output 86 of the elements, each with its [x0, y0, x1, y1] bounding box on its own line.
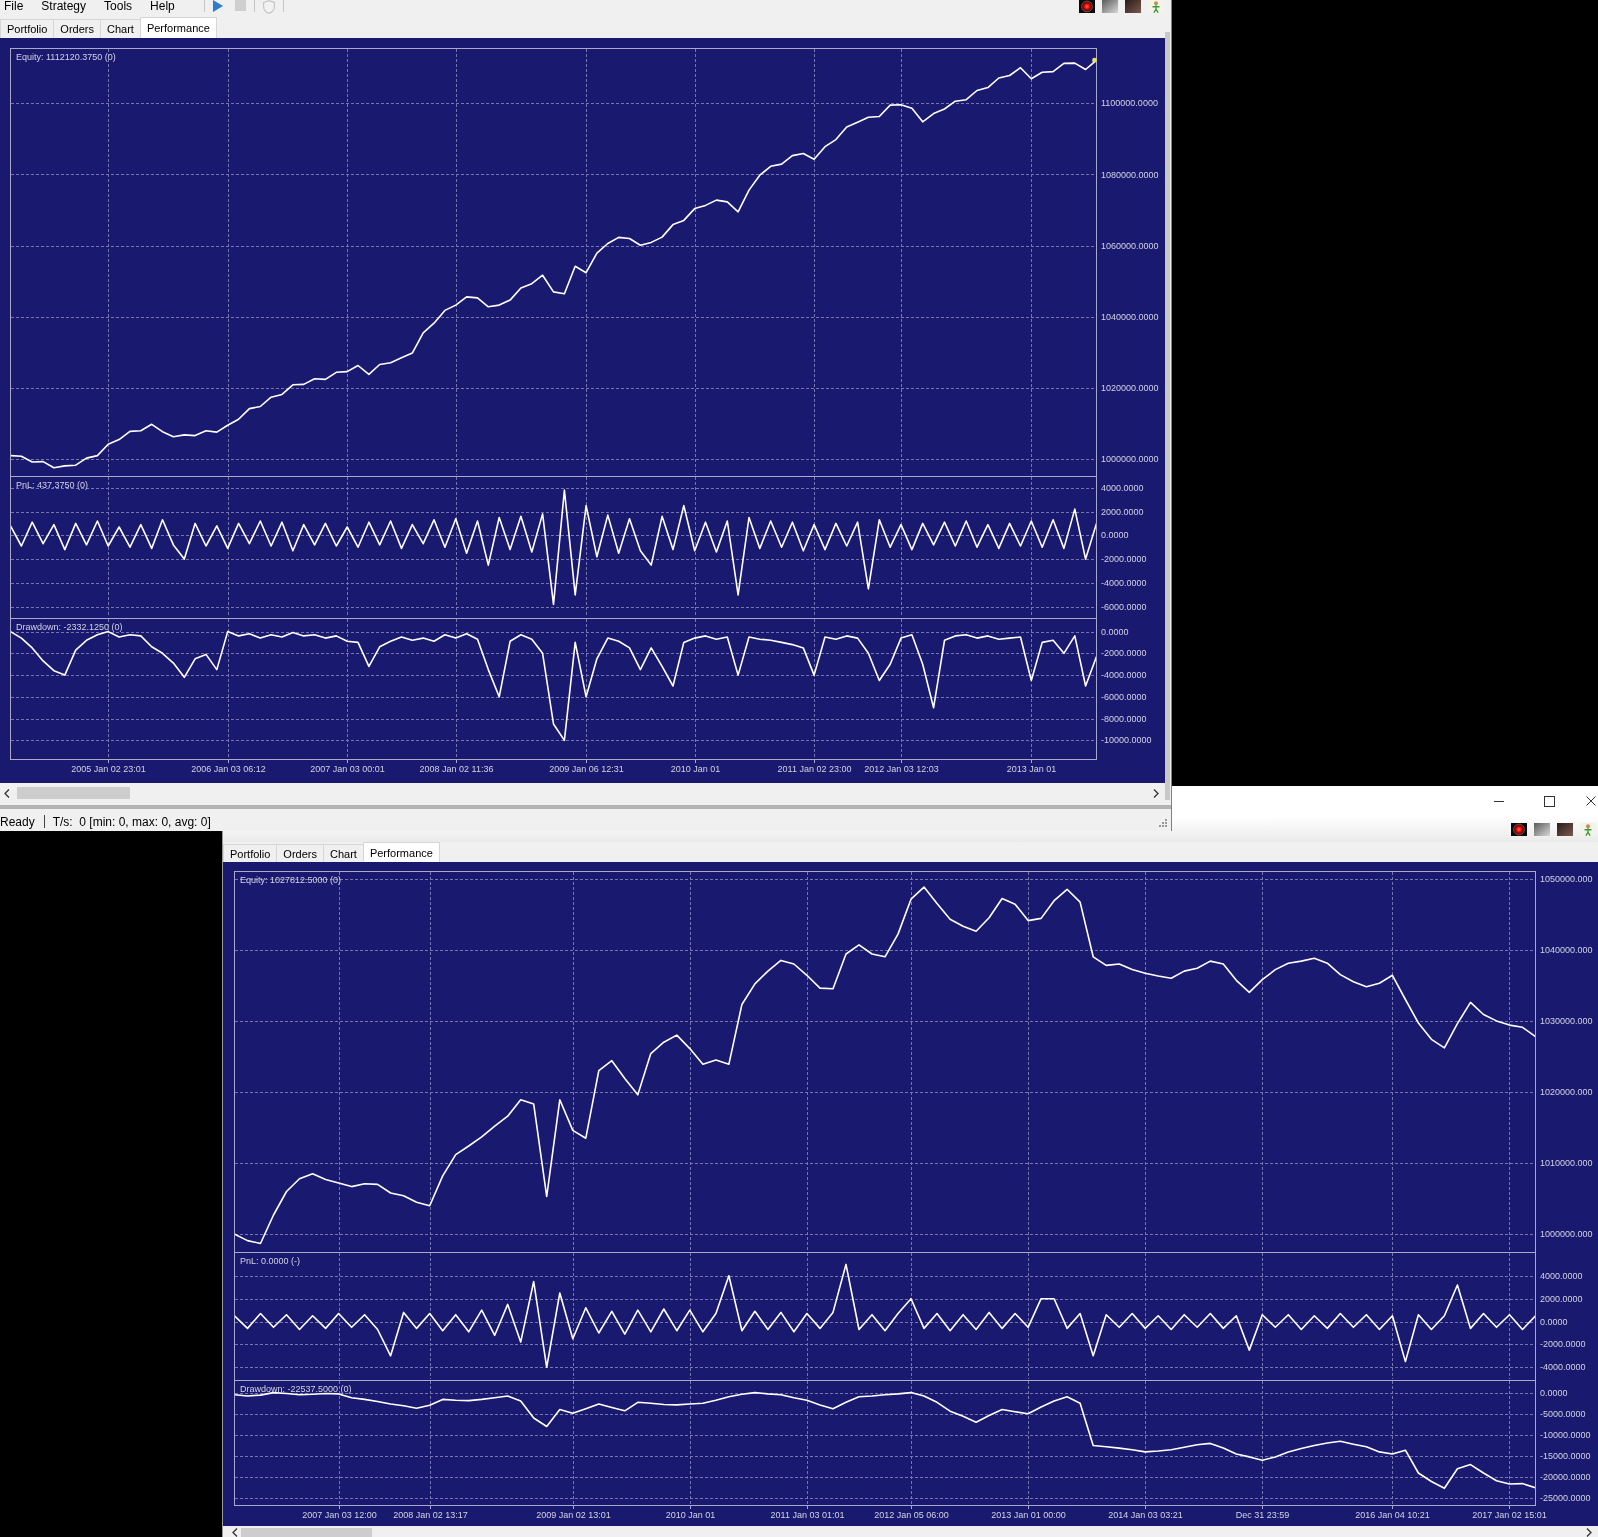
x-axis-label: Dec 31 23:59 — [1235, 1510, 1290, 1520]
close-icon[interactable] — [1586, 796, 1596, 806]
x-axis-label: 2014 Jan 03 03:21 — [1108, 1510, 1183, 1520]
y-axis-label: 1030000.000 — [1540, 1015, 1593, 1026]
menu-item[interactable]: Tools — [104, 0, 133, 12]
x-axis-label: 2007 Jan 03 00:01 — [310, 764, 385, 774]
x-axis-label: 2012 Jan 05 06:00 — [874, 1510, 949, 1520]
menu-item[interactable]: Strategy — [41, 0, 87, 12]
y-axis-label: 1050000.000 — [1540, 873, 1593, 884]
x-axis-label: 2013 Jan 01 — [1006, 764, 1057, 774]
y-axis-label: -4000.0000 — [1101, 670, 1147, 681]
y-axis-label: 1000000.0000 — [1101, 454, 1159, 465]
x-axis-label: 2011 Jan 03 01:01 — [770, 1510, 845, 1520]
y-axis-label: -10000.0000 — [1101, 735, 1152, 746]
y-axis-label: 1010000.000 — [1540, 1158, 1593, 1169]
y-axis-label: -5000.0000 — [1540, 1408, 1586, 1419]
y-axis-label: -2000.0000 — [1540, 1339, 1586, 1350]
x-axis-label: 2012 Jan 03 12:03 — [864, 764, 939, 774]
tab[interactable]: Performance — [139, 17, 217, 38]
y-axis-label: 2000.0000 — [1540, 1293, 1583, 1304]
y-axis-label: -10000.0000 — [1540, 1429, 1591, 1440]
chevron-right-icon[interactable] — [1153, 788, 1159, 798]
y-axis-label: 1100000.0000 — [1101, 98, 1158, 109]
y-axis-label: 1020000.000 — [1540, 1087, 1593, 1097]
tab[interactable]: Portfolio — [0, 19, 55, 38]
x-axis-label: 2005 Jan 02 23:01 — [71, 764, 146, 774]
y-axis-label: -25000.0000 — [1540, 1493, 1591, 1504]
scrollbar-thumb[interactable] — [241, 1528, 372, 1537]
y-axis-label: 1040000.000 — [1540, 944, 1593, 955]
y-axis-label: -4000.0000 — [1540, 1362, 1586, 1373]
chevron-left-icon[interactable] — [4, 788, 10, 798]
x-axis-label: 2008 Jan 02 11:36 — [419, 764, 494, 774]
y-axis-label: -6000.0000 — [1101, 691, 1147, 702]
y-axis-label: 2000.0000 — [1101, 506, 1144, 517]
chevron-right-icon[interactable] — [1586, 1528, 1592, 1537]
play-icon[interactable] — [212, 0, 223, 12]
resize-grip-icon[interactable] — [1157, 816, 1167, 827]
x-axis-label: 2017 Jan 02 15:01 — [1472, 1510, 1547, 1520]
status-text: Ready — [0, 814, 35, 829]
y-axis-label: -2000.0000 — [1101, 554, 1147, 565]
chart-title: PnL: 437.3750 (0) — [16, 480, 89, 490]
tab[interactable]: Portfolio — [223, 844, 278, 862]
x-axis-label: 2011 Jan 02 23:00 — [777, 764, 852, 774]
y-axis-label: 1000000.000 — [1540, 1229, 1593, 1240]
y-axis-label: -15000.0000 — [1540, 1451, 1591, 1462]
x-axis-label: 2008 Jan 02 13:17 — [393, 1510, 468, 1520]
maximize-icon[interactable] — [1544, 795, 1555, 807]
x-axis-label: 2009 Jan 06 12:31 — [549, 764, 624, 774]
y-axis-label: 1020000.0000 — [1101, 383, 1159, 393]
y-axis-label: 0.0000 — [1540, 1387, 1568, 1398]
x-axis-label: 2007 Jan 03 12:00 — [302, 1510, 377, 1520]
y-axis-label: -20000.0000 — [1540, 1472, 1591, 1483]
x-axis-label: 2016 Jan 04 10:21 — [1355, 1510, 1430, 1520]
minimize-icon[interactable] — [1494, 800, 1504, 802]
y-axis-label: -6000.0000 — [1101, 601, 1147, 612]
figure-icon[interactable] — [1148, 0, 1164, 13]
y-axis-label: 1080000.0000 — [1101, 169, 1159, 180]
chart-title: PnL: 0.0000 (-) — [240, 1256, 301, 1266]
x-axis-label: 2010 Jan 01 — [670, 764, 721, 774]
chart-title: Drawdown: -22537.5000 (0) — [240, 1384, 352, 1394]
chart-title: Equity: 1027812.5000 (0) — [240, 875, 342, 885]
y-axis-label: -4000.0000 — [1101, 578, 1147, 588]
chevron-left-icon[interactable] — [232, 1528, 238, 1537]
figure-icon[interactable] — [1580, 822, 1596, 836]
menu-item[interactable]: File — [4, 0, 24, 12]
x-axis-label: 2009 Jan 02 13:01 — [536, 1510, 611, 1520]
y-axis-label: 0.0000 — [1540, 1316, 1568, 1327]
photo-placeholder[interactable] — [1557, 822, 1573, 836]
chart-title: Drawdown: -2332.1250 (0) — [16, 622, 123, 632]
x-axis-label: 2006 Jan 03 06:12 — [191, 764, 266, 774]
scrollbar-thumb[interactable] — [17, 787, 130, 799]
y-axis-label: 1040000.0000 — [1101, 311, 1159, 322]
throughput-text: T/s: 0 [min: 0, max: 0, avg: 0] — [52, 814, 211, 829]
chart-title: Equity: 1112120.3750 (0) — [16, 52, 116, 62]
tab[interactable]: Performance — [362, 842, 440, 862]
x-axis-label: 2013 Jan 01 00:00 — [991, 1510, 1066, 1520]
y-axis-label: 4000.0000 — [1540, 1270, 1583, 1281]
y-axis-label: 0.0000 — [1101, 626, 1129, 637]
menu-item[interactable]: Help — [150, 0, 175, 12]
y-axis-label: -8000.0000 — [1101, 713, 1147, 724]
y-axis-label: 0.0000 — [1101, 530, 1129, 541]
y-axis-label: 1060000.0000 — [1101, 240, 1159, 251]
x-axis-label: 2010 Jan 01 — [665, 1510, 716, 1520]
y-axis-label: 4000.0000 — [1101, 482, 1144, 493]
y-axis-label: -2000.0000 — [1101, 648, 1147, 659]
lens-icon[interactable] — [1511, 822, 1527, 836]
